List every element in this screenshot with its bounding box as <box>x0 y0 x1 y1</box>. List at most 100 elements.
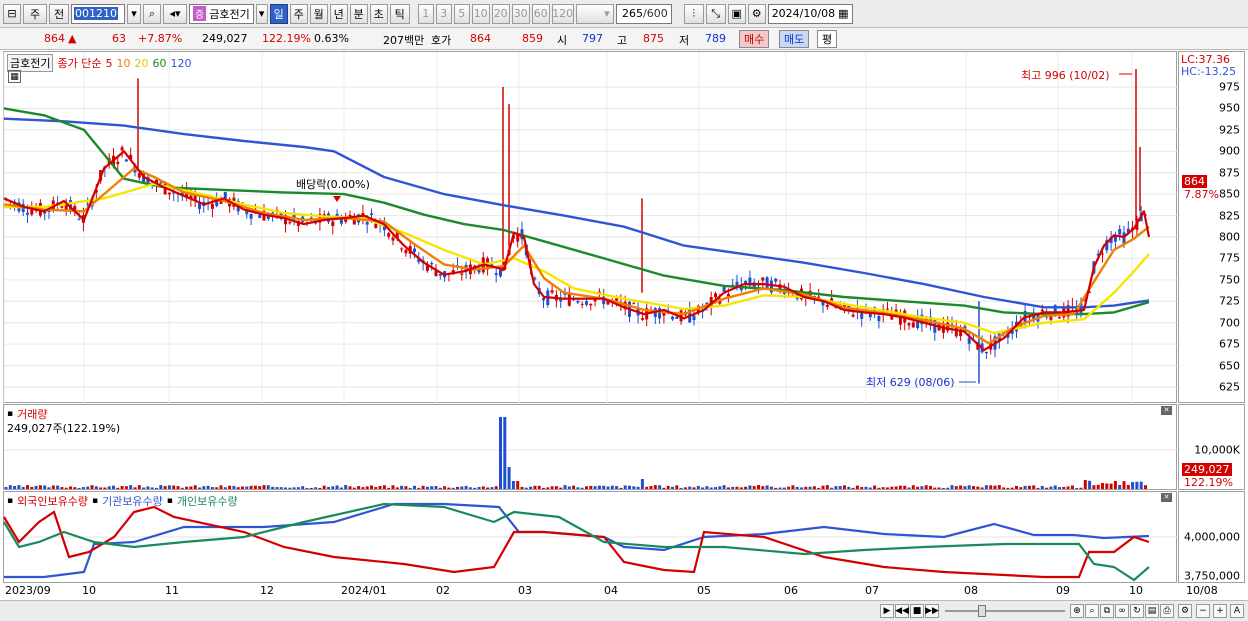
candle-body <box>30 209 34 215</box>
interval-5[interactable]: 5 <box>453 3 470 24</box>
stock-name-box[interactable]: 증 금호전기 <box>189 3 254 24</box>
close-icon[interactable]: ✕ <box>1161 406 1172 415</box>
interval-3[interactable]: 3 <box>435 3 452 24</box>
prefix-button[interactable]: 전 <box>49 3 69 24</box>
volume-bar <box>73 487 77 489</box>
window-icon[interactable]: ⊟ <box>3 3 21 24</box>
candle-body <box>714 293 717 298</box>
font-size-icon[interactable]: A <box>1230 604 1244 618</box>
candle-body <box>370 213 373 215</box>
volume-bar <box>877 487 881 489</box>
volume-bar <box>1122 481 1126 489</box>
search-icon[interactable]: ⌕ <box>143 3 161 24</box>
volume-bar <box>847 486 851 489</box>
volume-bar <box>103 487 107 489</box>
volume-bar <box>602 485 606 489</box>
volume-bar <box>516 481 520 489</box>
period-tab-tick[interactable]: 틱 <box>389 3 410 24</box>
volume-bar <box>266 485 270 489</box>
zoom-icon[interactable]: ⌕ <box>1085 604 1099 618</box>
interval-1[interactable]: 1 <box>417 3 434 24</box>
zoom-in-icon[interactable]: + <box>1213 604 1227 618</box>
scroll-next-icon[interactable]: ▶▶ <box>925 604 939 618</box>
volume-bar <box>180 487 184 489</box>
volume-bar <box>623 485 627 489</box>
volume-bar <box>434 486 438 489</box>
chart-icon[interactable]: ▤ <box>1145 604 1159 618</box>
gear-icon[interactable]: ⚙ <box>747 3 766 24</box>
current-price: 864 <box>44 32 65 45</box>
count-input[interactable]: 265/600 <box>615 3 672 24</box>
volume-bar <box>692 487 696 489</box>
scroll-right-icon[interactable]: ▶ <box>880 604 894 618</box>
candle-body <box>1058 317 1061 319</box>
save-icon[interactable]: ▣ <box>727 3 746 24</box>
volume-bar <box>387 487 391 489</box>
speaker-icon[interactable]: ◂▾ <box>163 3 187 24</box>
volume-bar <box>413 485 416 489</box>
draw-line-icon[interactable]: ⤡ <box>705 3 726 24</box>
zoom-slider-handle[interactable] <box>978 605 986 617</box>
chevron-down-icon[interactable]: ▾ <box>255 3 268 24</box>
candle-body <box>589 303 593 306</box>
volume-bar <box>64 487 68 489</box>
interval-30[interactable]: 30 <box>511 3 530 24</box>
volume-bar <box>855 485 859 489</box>
volume-panel[interactable]: ▪ 거래량 249,027주(122.19%) ✕ <box>3 404 1178 490</box>
volume-bar <box>223 487 227 489</box>
volume-bar <box>886 487 889 489</box>
zoom-slider[interactable] <box>945 610 1065 612</box>
period-tab-second[interactable]: 초 <box>369 3 388 24</box>
volume-bar <box>563 485 567 489</box>
settings-icon[interactable]: ⚙ <box>1178 604 1192 618</box>
volume-bar <box>1036 487 1040 489</box>
sell-button[interactable]: 매도 <box>779 30 810 48</box>
period-tab-year[interactable]: 년 <box>329 3 348 24</box>
crosshair-icon[interactable]: ⊕ <box>1070 604 1084 618</box>
zoom-out-icon[interactable]: − <box>1196 604 1210 618</box>
interval-select[interactable]: ▾ <box>575 3 614 24</box>
period-tab-month[interactable]: 월 <box>309 3 328 24</box>
volume-bar <box>791 485 795 489</box>
period-tab-minute[interactable]: 분 <box>349 3 368 24</box>
close-icon[interactable]: ✕ <box>1161 493 1172 502</box>
quote-bar: 864 ▲ 63 +7.87% 249,027 122.19% 0.63% 20… <box>0 28 1248 50</box>
stop-icon[interactable]: ■ <box>910 604 924 618</box>
interval-10[interactable]: 10 <box>471 3 490 24</box>
refresh-icon[interactable]: ↻ <box>1130 604 1144 618</box>
candle-body <box>907 323 911 326</box>
holding-panel[interactable]: ▪ 외국인보유수량 ▪ 기관보유수량 ▪ 개인보유수량 ✕ <box>3 491 1178 583</box>
calendar-icon[interactable]: ▦ <box>838 7 848 20</box>
copy-icon[interactable]: ⧉ <box>1100 604 1114 618</box>
table-icon[interactable]: ▦ <box>8 70 21 83</box>
stock-code-input[interactable]: 001210 <box>71 3 125 24</box>
ask-price: 864 <box>470 32 491 45</box>
volume-bar <box>1105 483 1109 489</box>
volume-bar <box>1002 487 1006 489</box>
high-label: 고 <box>617 34 628 47</box>
period-type-select[interactable]: 주 <box>23 3 47 24</box>
period-tab-week[interactable]: 주 <box>289 3 308 24</box>
volume-bar <box>709 487 713 489</box>
date-input[interactable]: 2024/10/08 ▦ <box>767 3 853 24</box>
volume-bar <box>253 485 257 489</box>
price-panel[interactable]: 금호전기 종가 단순 5 10 20 60 120 ▦ 배당락(0.00%) 최… <box>3 51 1178 404</box>
volume-bar <box>507 467 511 489</box>
volume-bar <box>499 417 502 489</box>
volume-bar <box>56 485 60 489</box>
candle-body <box>726 293 730 297</box>
candle-settings-icon[interactable]: ⫶ <box>683 3 704 24</box>
interval-120[interactable]: 120 <box>551 3 574 24</box>
interval-60[interactable]: 60 <box>531 3 550 24</box>
link-icon[interactable]: ∞ <box>1115 604 1129 618</box>
candle-body <box>868 313 872 318</box>
scroll-prev-icon[interactable]: ◀◀ <box>895 604 909 618</box>
interval-20[interactable]: 20 <box>491 3 510 24</box>
chevron-down-icon[interactable]: ▾ <box>127 3 141 24</box>
volume-bar <box>490 487 494 489</box>
period-tab-day[interactable]: 일 <box>269 3 288 24</box>
x-axis-label: 09 <box>1056 584 1070 597</box>
evaluate-button[interactable]: 평 <box>817 30 838 48</box>
print-icon[interactable]: ⎙ <box>1160 604 1174 618</box>
buy-button[interactable]: 매수 <box>739 30 770 48</box>
